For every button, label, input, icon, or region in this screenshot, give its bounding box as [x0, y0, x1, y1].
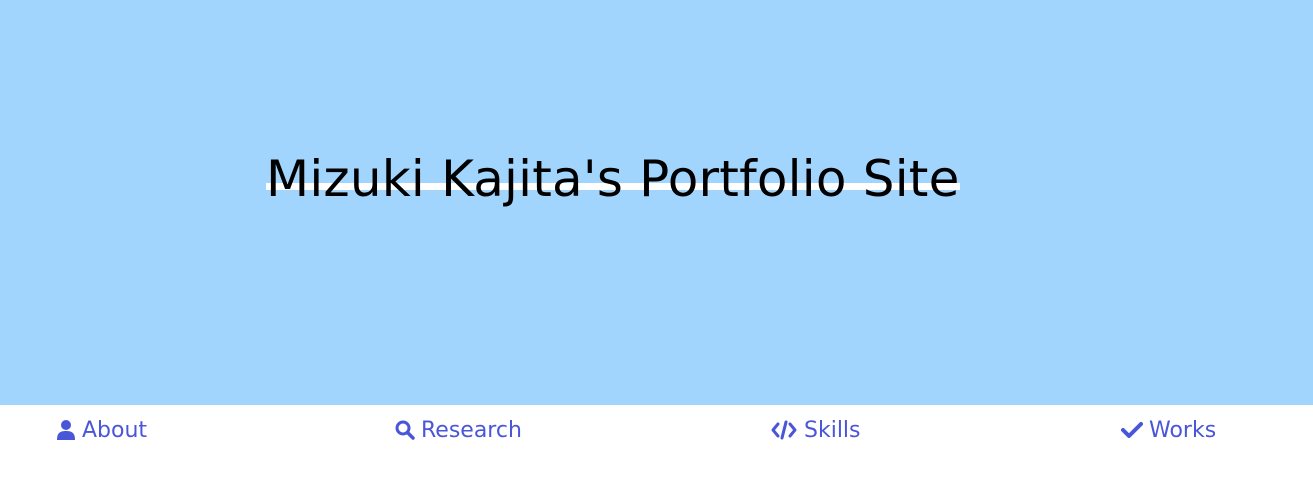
site-title: Mizuki Kajita's Portfolio Site: [266, 150, 960, 208]
user-icon: [56, 419, 76, 441]
main-nav: About Research Skills Works: [0, 405, 1313, 490]
nav-item-works[interactable]: Works: [1121, 415, 1216, 445]
search-icon: [395, 419, 415, 441]
nav-item-skills[interactable]: Skills: [770, 415, 861, 445]
nav-item-about[interactable]: About: [56, 415, 147, 445]
hero-header: Mizuki Kajita's Portfolio Site: [0, 0, 1313, 405]
nav-item-label: Research: [421, 417, 522, 443]
check-icon: [1121, 419, 1143, 441]
nav-item-label: Skills: [804, 417, 861, 443]
site-title-wrapper: Mizuki Kajita's Portfolio Site: [266, 146, 960, 212]
code-icon: [770, 419, 798, 441]
nav-item-label: Works: [1149, 417, 1217, 443]
nav-item-research[interactable]: Research: [395, 415, 522, 445]
nav-item-label: About: [82, 417, 148, 443]
